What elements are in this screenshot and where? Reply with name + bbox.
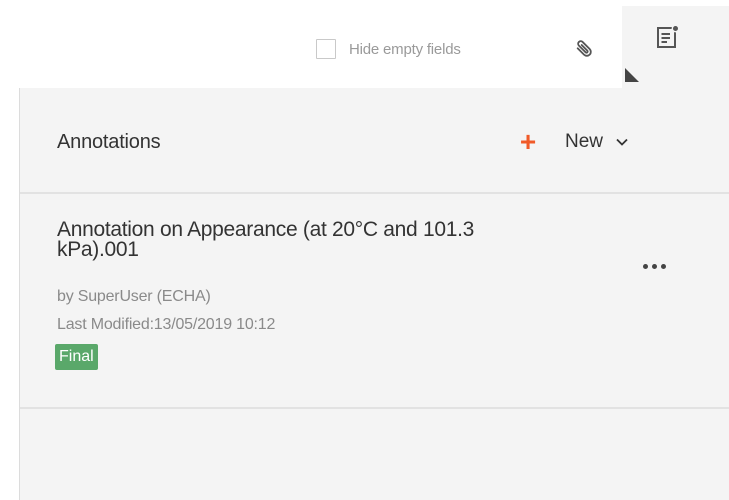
top-toolbar: Hide empty fields <box>0 0 729 88</box>
annotation-title[interactable]: Annotation on Appearance (at 20°C and 10… <box>57 219 527 260</box>
new-annotation-button[interactable]: + New <box>517 128 629 156</box>
status-badge: Final <box>55 344 98 370</box>
chevron-down-icon[interactable] <box>615 135 629 149</box>
new-label: New <box>565 131 604 152</box>
annotation-note-icon <box>656 24 682 50</box>
annotations-view: Hide empty fields Annotations + New Anno… <box>0 0 729 500</box>
hide-empty-fields-checkbox[interactable] <box>316 39 336 59</box>
corner-indicator-icon <box>625 68 639 82</box>
annotation-author: by SuperUser (ECHA) <box>57 288 211 305</box>
annotations-panel: Annotations + New Annotation on Appearan… <box>19 88 729 500</box>
plus-icon: + <box>519 126 537 157</box>
annotations-tab[interactable] <box>622 6 729 88</box>
hide-empty-fields-label: Hide empty fields <box>349 40 461 58</box>
annotation-list-item[interactable]: Annotation on Appearance (at 20°C and 10… <box>20 194 729 409</box>
menu-dot <box>660 263 666 269</box>
annotation-last-modified: Last Modified:13/05/2019 10:12 <box>57 316 276 333</box>
menu-dot <box>642 263 648 269</box>
more-options-icon[interactable] <box>634 254 674 278</box>
panel-header: Annotations + New <box>20 88 729 194</box>
menu-dot <box>651 263 657 269</box>
panel-title: Annotations <box>57 131 161 153</box>
paperclip-icon[interactable] <box>571 36 597 62</box>
hide-empty-fields-toggle[interactable]: Hide empty fields <box>316 36 461 62</box>
